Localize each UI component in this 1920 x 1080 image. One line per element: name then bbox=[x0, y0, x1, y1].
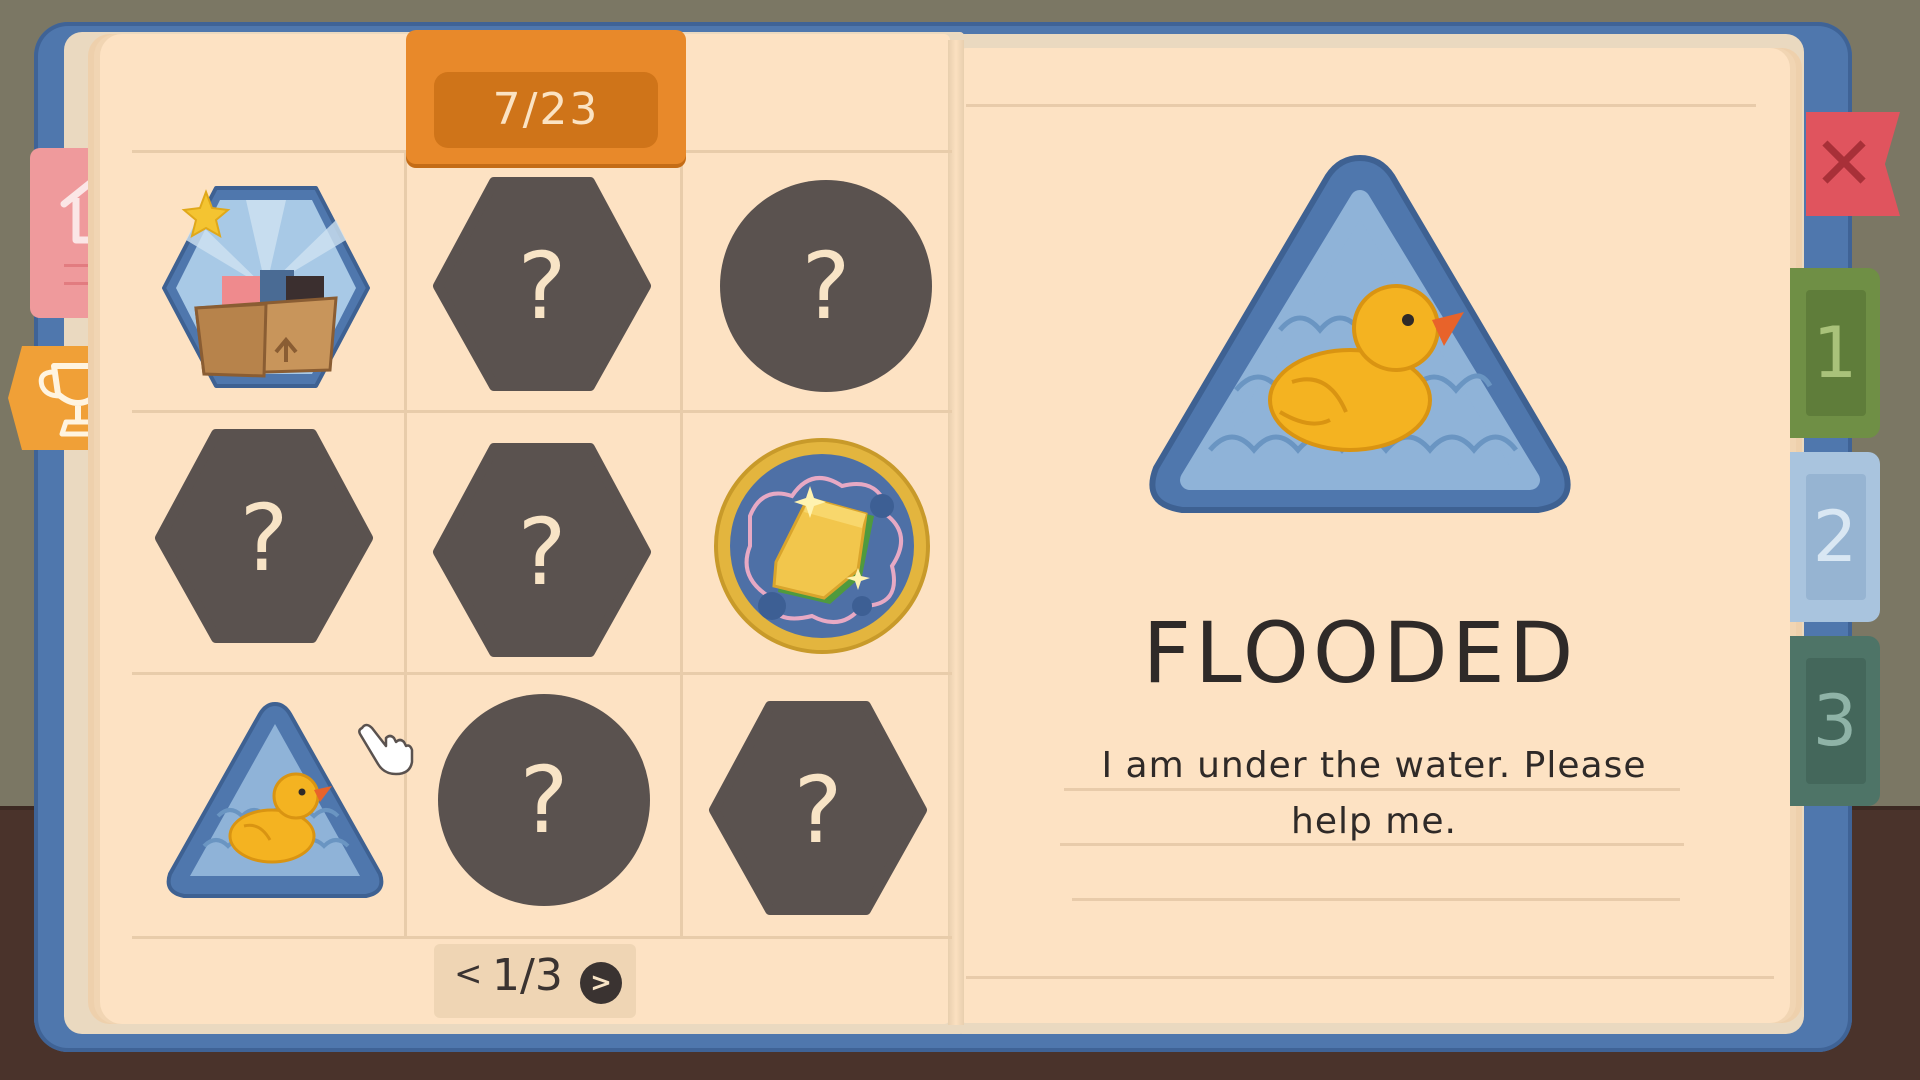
badge-locked[interactable]: ? bbox=[708, 700, 928, 920]
page-navigator: < 1/3 > bbox=[434, 944, 636, 1018]
grid-line bbox=[132, 410, 952, 413]
locked-question-mark: ? bbox=[801, 232, 851, 340]
locked-question-mark: ? bbox=[239, 484, 289, 592]
badge-locked[interactable]: ? bbox=[432, 442, 652, 662]
grid-line bbox=[680, 150, 683, 936]
badge-box[interactable] bbox=[156, 180, 376, 400]
collection-counter: 7/23 bbox=[434, 72, 658, 148]
locked-question-mark: ? bbox=[793, 756, 843, 864]
badge-locked[interactable]: ? bbox=[716, 176, 936, 396]
previous-page-button[interactable]: < bbox=[454, 954, 483, 994]
page-rule bbox=[966, 104, 1756, 107]
locked-question-mark: ? bbox=[517, 232, 567, 340]
locked-question-mark: ? bbox=[517, 498, 567, 606]
chapter-tab-label: 2 bbox=[1812, 496, 1858, 578]
locked-question-mark: ? bbox=[519, 746, 569, 854]
badge-title: FLOODED bbox=[1142, 604, 1578, 702]
badge-description: I am under the water. Please help me. bbox=[1101, 745, 1647, 842]
page-rule bbox=[966, 976, 1774, 979]
chapter-tab-2[interactable]: 2 bbox=[1790, 452, 1880, 622]
grid-line bbox=[132, 936, 952, 939]
sandwich-badge-icon bbox=[714, 438, 930, 654]
book-spine bbox=[948, 40, 964, 1025]
badge-locked[interactable]: ? bbox=[434, 690, 654, 910]
text-underline bbox=[1072, 898, 1680, 901]
flooded-duck-detail-icon bbox=[1149, 154, 1571, 513]
page-indicator: 1/3 bbox=[492, 950, 563, 1001]
badge-locked[interactable]: ? bbox=[154, 428, 374, 648]
close-icon: ✕ bbox=[1812, 121, 1875, 207]
chapter-tab-1[interactable]: 1 bbox=[1790, 268, 1880, 438]
box-badge-icon bbox=[162, 186, 370, 388]
chapter-tab-label: 1 bbox=[1812, 312, 1858, 394]
badge-locked[interactable]: ? bbox=[432, 176, 652, 396]
grid-line bbox=[404, 150, 407, 936]
chapter-tab-label: 3 bbox=[1812, 680, 1858, 762]
collection-counter-tab: 7/23 bbox=[406, 30, 686, 164]
badge-sandwich[interactable] bbox=[712, 436, 932, 656]
grid-line bbox=[132, 672, 952, 675]
chapter-tab-3[interactable]: 3 bbox=[1790, 636, 1880, 806]
pointer-hand-cursor-icon bbox=[358, 723, 414, 776]
next-page-button[interactable]: > bbox=[580, 962, 622, 1004]
